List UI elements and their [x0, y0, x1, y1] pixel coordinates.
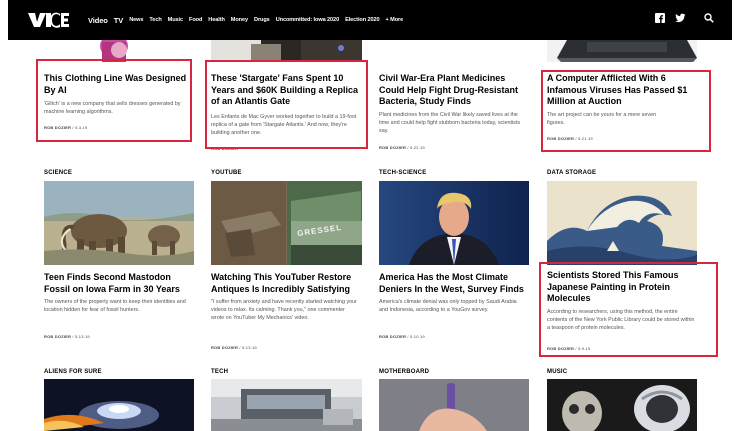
nav-item-video[interactable]: Video	[88, 16, 108, 25]
article-6-dek: "I suffer from anxiety and have recently…	[211, 299, 357, 321]
article-5-image[interactable]	[44, 181, 194, 265]
search-icon[interactable]	[704, 13, 714, 23]
article-6-date: 5.13.19	[242, 345, 257, 350]
article-6-category[interactable]: YOUTUBE	[211, 170, 242, 176]
article-5-dek: The owners of the property want to keep …	[44, 299, 186, 313]
article-6-title[interactable]: Watching This YouTuber Restore Antiques …	[211, 272, 363, 295]
article-3-author[interactable]: ROB DOZIER	[379, 145, 406, 150]
nav-item-money[interactable]: Money	[231, 17, 248, 23]
article-5-category[interactable]: SCIENCE	[44, 170, 72, 176]
article-3-date: 5.22.19	[410, 145, 425, 150]
article-7-author[interactable]: ROB DOZIER	[379, 334, 406, 339]
article-6-author[interactable]: ROB DOZIER	[211, 345, 238, 350]
row3-image-2[interactable]	[211, 379, 362, 431]
article-6-byline: ROB DOZIER / 5.13.19	[211, 345, 257, 350]
article-7-category[interactable]: TECH-SCIENCE	[379, 170, 426, 176]
top-nav: Video TV News Tech Music Food Health Mon…	[8, 0, 732, 40]
article-3-image[interactable]	[379, 40, 529, 62]
article-7-image[interactable]	[379, 181, 529, 265]
nav-item-iowa-2020[interactable]: Uncommitted: Iowa 2020	[276, 17, 339, 23]
nav-item-tech[interactable]: Tech	[149, 17, 161, 23]
article-3-byline: ROB DOZIER / 5.22.19	[379, 145, 425, 150]
row3-image-1[interactable]	[44, 379, 194, 431]
row3-category-4[interactable]: MUSIC	[547, 369, 567, 375]
twitter-icon[interactable]	[675, 13, 686, 23]
nav-item-health[interactable]: Health	[208, 17, 225, 23]
row3-image-3[interactable]	[379, 379, 529, 431]
article-3-title[interactable]: Civil War-Era Plant Medicines Could Help…	[379, 73, 529, 108]
highlight-box-article-2	[205, 60, 368, 149]
nav-item-more[interactable]: + More	[386, 17, 404, 23]
article-5-byline: ROB DOZIER / 5.13.19	[44, 334, 90, 339]
nav-item-drugs[interactable]: Drugs	[254, 17, 270, 23]
nav-item-election-2020[interactable]: Election 2020	[345, 17, 380, 23]
row3-category-3[interactable]: MOTHERBOARD	[379, 369, 429, 375]
article-7-dek: America's climate denial was only topped…	[379, 299, 517, 313]
article-3-dek: Plant medicines from the Civil War likel…	[379, 112, 521, 134]
highlight-box-article-4	[541, 70, 711, 152]
row3-category-2[interactable]: TECH	[211, 369, 228, 375]
article-8-image[interactable]	[547, 181, 697, 265]
row3-category-1[interactable]: ALIENS FOR SURE	[44, 369, 102, 375]
nav-right	[655, 13, 714, 23]
article-5-date: 5.13.19	[75, 334, 90, 339]
nav-item-news[interactable]: News	[129, 17, 143, 23]
article-8-category[interactable]: DATA STORAGE	[547, 170, 596, 176]
article-7-byline: ROB DOZIER / 5.10.19	[379, 334, 425, 339]
nav-item-music[interactable]: Music	[168, 17, 183, 23]
row3-image-4[interactable]	[547, 379, 697, 431]
article-5-title[interactable]: Teen Finds Second Mastodon Fossil on Iow…	[44, 272, 194, 295]
facebook-icon[interactable]	[655, 13, 665, 23]
highlight-box-article-1	[36, 59, 192, 142]
highlight-box-article-8	[539, 262, 718, 357]
vice-logo[interactable]	[26, 8, 70, 32]
nav-item-tv[interactable]: TV	[114, 16, 123, 25]
article-7-date: 5.10.19	[410, 334, 425, 339]
article-7-title[interactable]: America Has the Most Climate Deniers In …	[379, 272, 529, 295]
nav-links: Video TV News Tech Music Food Health Mon…	[88, 0, 403, 40]
article-6-image[interactable]: GRESSEL	[211, 181, 362, 265]
article-4-image[interactable]	[547, 40, 697, 62]
article-2-image[interactable]	[211, 40, 362, 62]
article-5-author[interactable]: ROB DOZIER	[44, 334, 71, 339]
nav-item-food[interactable]: Food	[189, 17, 202, 23]
